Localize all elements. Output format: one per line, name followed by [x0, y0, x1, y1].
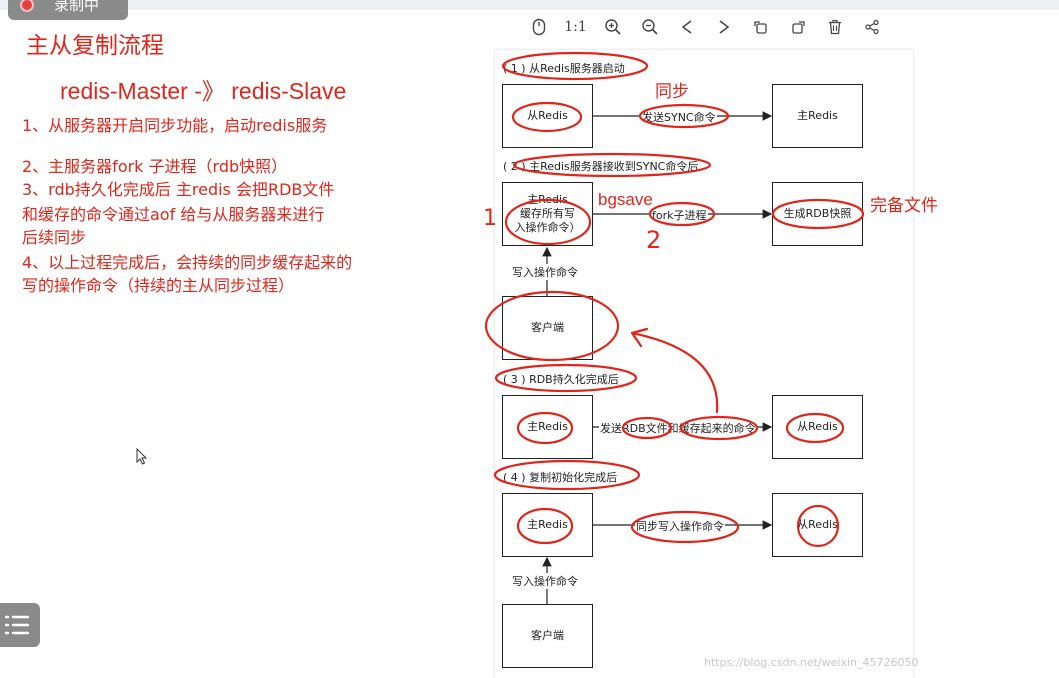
step2-label: ( 2 ) 主Redis服务器接收到SYNC命令后	[503, 160, 699, 173]
step2-client-text: 客户端	[531, 321, 564, 334]
annotation-num-2: 2	[646, 226, 662, 254]
step3-slave-box: 从Redis	[772, 395, 863, 459]
step1-slave-text: 从Redis	[527, 109, 568, 122]
notes-line-6: 4、以上过程完成后，会持续的同步缓存起来的	[22, 253, 353, 272]
step1-label: ( 1 ) 从Redis服务器启动	[503, 62, 625, 75]
step4-client-text: 客户端	[531, 629, 564, 642]
notes-line-1: 1、从服务器开启同步功能，启动redis服务	[22, 116, 328, 135]
recording-label: 录制中	[54, 0, 100, 14]
step4-slave-text: 从Redis	[797, 518, 838, 531]
step3-edge-label: 发送RDB文件和缓存起来的命令	[599, 420, 757, 436]
annotation-num-1: 1	[483, 206, 497, 231]
top-band	[0, 0, 1059, 10]
notes-subtitle: redis-Master -》 redis-Slave	[60, 78, 347, 104]
step4-edge-label: 同步写入操作命令	[635, 518, 725, 534]
zoom-out-icon[interactable]	[631, 14, 668, 40]
share-icon[interactable]	[853, 14, 890, 40]
annotation-full-file: 完备文件	[870, 196, 938, 216]
step2-master-box: 主Redis 缓存所有写 入操作命令）	[502, 182, 593, 246]
actual-size-icon[interactable]: 1:1	[557, 14, 594, 40]
step2-up-edge-label: 写入操作命令	[511, 264, 579, 280]
rotate-left-icon[interactable]	[742, 14, 779, 40]
list-icon	[4, 615, 30, 635]
step1-edge-label: 发送SYNC命令	[641, 109, 717, 125]
step3-label: ( 3 ) RDB持久化完成后	[503, 373, 619, 386]
step4-master-text: 主Redis	[527, 518, 568, 531]
annotation-sync: 同步	[655, 82, 689, 102]
watermark: https://blog.csdn.net/weixin_45726050	[704, 656, 919, 669]
step2-master-line3: 入操作命令）	[514, 221, 581, 234]
recording-badge[interactable]: 录制中	[8, 0, 128, 20]
actual-size-label: 1:1	[564, 19, 587, 35]
notes-line-2: 2、主服务器fork 子进程（rdb快照）	[22, 157, 288, 176]
mouse-icon[interactable]	[520, 14, 557, 40]
step1-master-text: 主Redis	[797, 109, 838, 122]
rotate-right-icon[interactable]	[779, 14, 816, 40]
notes-title: 主从复制流程	[26, 33, 164, 59]
step3-master-text: 主Redis	[527, 420, 568, 433]
step1-master-box: 主Redis	[772, 84, 863, 148]
step2-client-box: 客户端	[502, 296, 593, 360]
step2-master-line1: 主Redis	[527, 193, 568, 206]
delete-icon[interactable]	[816, 14, 853, 40]
step1-slave-box: 从Redis	[502, 84, 593, 148]
step3-master-box: 主Redis	[502, 395, 593, 459]
mouse-cursor-icon	[136, 448, 148, 465]
record-icon	[20, 0, 34, 12]
step2-rdb-box: 生成RDB快照	[772, 182, 863, 246]
step2-rdb-text: 生成RDB快照	[783, 207, 852, 220]
zoom-in-icon[interactable]	[594, 14, 631, 40]
step4-client-box: 客户端	[502, 604, 593, 668]
step4-up-edge-label: 写入操作命令	[511, 573, 579, 589]
notes-line-5: 后续同步	[22, 228, 87, 247]
image-viewer-toolbar: 1:1	[520, 14, 890, 40]
list-menu-button[interactable]	[0, 603, 40, 647]
step2-edge-label: fork子进程	[651, 207, 708, 223]
notes-line-4: 和缓存的命令通过aof 给与从服务器来进行	[22, 205, 325, 224]
step4-label: ( 4 ) 复制初始化完成后	[503, 471, 618, 484]
notes-line-3: 3、rdb持久化完成后 主redis 会把RDB文件	[22, 180, 335, 199]
prev-icon[interactable]	[668, 14, 705, 40]
step4-slave-box: 从Redis	[772, 493, 863, 557]
step3-slave-text: 从Redis	[797, 420, 838, 433]
next-icon[interactable]	[705, 14, 742, 40]
annotation-bgsave: bgsave	[598, 190, 653, 209]
step2-master-line2: 缓存所有写	[520, 207, 575, 220]
notes-line-7: 写的操作命令（持续的主从同步过程）	[22, 276, 295, 295]
step4-master-box: 主Redis	[502, 493, 593, 557]
